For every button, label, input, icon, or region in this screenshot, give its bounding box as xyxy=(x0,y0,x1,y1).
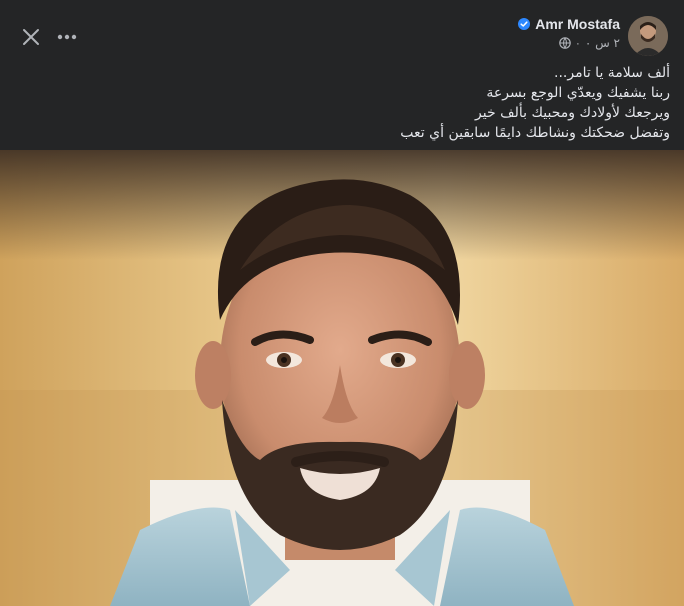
post-text-line: وتفضل ضحكتك ونشاطك دايمًا سابقين أي تعب xyxy=(400,125,670,141)
globe-icon xyxy=(559,37,571,49)
close-icon xyxy=(23,29,39,45)
post-image[interactable] xyxy=(0,150,684,606)
author-name[interactable]: Amr Mostafa xyxy=(535,16,620,32)
post-text-line: ألف سلامة يا تامر... xyxy=(554,65,670,81)
avatar[interactable] xyxy=(628,16,668,56)
portrait-photo xyxy=(0,150,684,606)
close-button[interactable] xyxy=(16,22,46,52)
post-text: ألف سلامة يا تامر... ربنا يشفيك ويعدّي ا… xyxy=(30,63,670,143)
post-meta: · ٢ س ٠ xyxy=(559,36,620,50)
post-dialog: Amr Mostafa · ٢ س ٠ ألف سلامة يا تامر...… xyxy=(0,0,684,606)
post-timestamp[interactable]: ٢ س ٠ xyxy=(585,36,620,50)
author-row: Amr Mostafa xyxy=(518,16,620,32)
post-text-line: ربنا يشفيك ويعدّي الوجع بسرعة xyxy=(486,85,670,101)
post-header: Amr Mostafa · ٢ س ٠ xyxy=(0,0,684,62)
avatar-image xyxy=(628,16,668,56)
verified-badge-icon xyxy=(518,18,531,30)
more-options-icon xyxy=(57,34,77,40)
more-options-button[interactable] xyxy=(52,22,82,52)
post-text-line: ويرجعك لأولادك ومحبيك بألف خير xyxy=(475,105,670,121)
